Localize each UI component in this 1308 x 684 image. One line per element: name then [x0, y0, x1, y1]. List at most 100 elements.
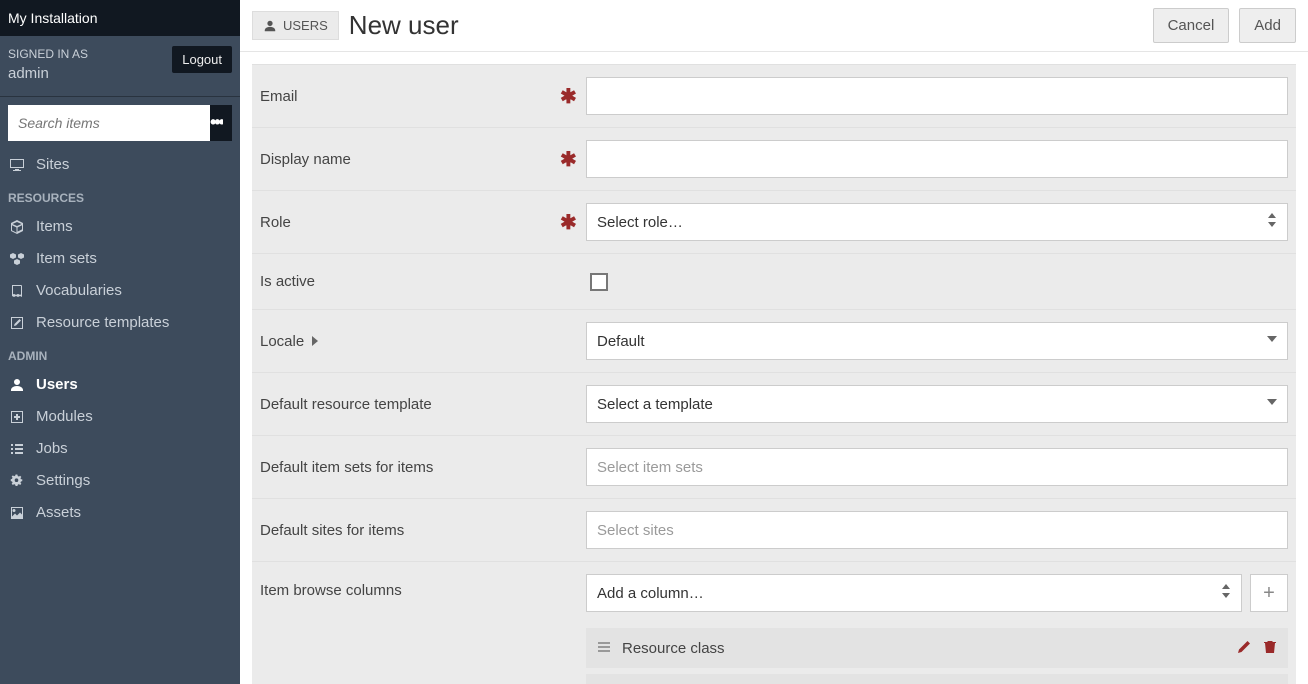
nav-item-sets[interactable]: Item sets [0, 243, 240, 275]
search-input[interactable] [8, 105, 210, 141]
section-resources-header: RESOURCES [0, 181, 240, 211]
cancel-button[interactable]: Cancel [1153, 8, 1230, 43]
required-asterisk: ✱ [560, 147, 576, 172]
label-browse-columns: Item browse columns [260, 574, 560, 599]
label-default-sites: Default sites for items [260, 522, 560, 539]
drag-handle-icon[interactable] [596, 639, 612, 658]
nav-label: Assets [36, 504, 81, 521]
search-button[interactable] [223, 105, 232, 141]
columns-list: Resource class Owner Created [586, 628, 1288, 684]
required-asterisk: ✱ [560, 210, 576, 235]
sort-caret-icon [1267, 213, 1277, 231]
nav-label: Item sets [36, 250, 97, 267]
nav-label: Users [36, 376, 78, 393]
logout-button[interactable]: Logout [172, 46, 232, 73]
role-select[interactable]: Select role… [586, 203, 1288, 241]
row-display-name: Display name ✱ [252, 127, 1296, 190]
auth-block: SIGNED IN AS admin Logout [0, 36, 240, 97]
nav-label: Modules [36, 408, 93, 425]
nav-settings[interactable]: Settings [0, 465, 240, 497]
caret-down-icon [1267, 332, 1277, 350]
plus-square-icon [8, 408, 26, 426]
nav-label: Vocabularies [36, 282, 122, 299]
default-sites-input[interactable] [586, 511, 1288, 549]
book-icon [8, 282, 26, 300]
is-active-checkbox[interactable] [590, 273, 608, 291]
required-asterisk: ✱ [560, 84, 576, 109]
nav-label: Resource templates [36, 314, 169, 331]
user-icon [263, 19, 277, 33]
row-browse-columns: Item browse columns ✱ Add a column… + [252, 561, 1296, 684]
page-header: USERS New user Cancel Add [240, 0, 1308, 52]
list-icon [8, 440, 26, 458]
search-more-button[interactable]: ••• [210, 105, 223, 141]
cube-icon [8, 218, 26, 236]
locale-value: Default [597, 333, 645, 350]
row-default-sites: Default sites for items ✱ [252, 498, 1296, 561]
column-chip: Owner [586, 674, 1288, 684]
row-default-template: Default resource template ✱ Select a tem… [252, 372, 1296, 435]
breadcrumb-label: USERS [283, 18, 328, 33]
form-area: Email ✱ Display name ✱ Role ✱ Select rol… [240, 52, 1308, 684]
nav-resource-templates[interactable]: Resource templates [0, 307, 240, 339]
locale-select[interactable]: Default [586, 322, 1288, 360]
nav-label: Jobs [36, 440, 68, 457]
page-title: New user [349, 10, 459, 41]
section-admin-header: ADMIN [0, 339, 240, 369]
auth-text: SIGNED IN AS admin [8, 46, 88, 84]
add-column-placeholder: Add a column… [597, 585, 704, 602]
signed-in-user[interactable]: admin [8, 63, 88, 84]
search-row: ••• [0, 97, 240, 149]
sidebar: My Installation SIGNED IN AS admin Logou… [0, 0, 240, 684]
row-is-active: Is active ✱ [252, 253, 1296, 309]
column-add-row: Add a column… + [586, 574, 1288, 612]
row-email: Email ✱ [252, 64, 1296, 127]
main: USERS New user Cancel Add Email ✱ Displa… [240, 0, 1308, 684]
edit-column-button[interactable] [1236, 639, 1252, 658]
nav-label: Settings [36, 472, 90, 489]
row-default-item-sets: Default item sets for items ✱ [252, 435, 1296, 498]
add-button[interactable]: Add [1239, 8, 1296, 43]
default-template-value: Select a template [597, 396, 713, 413]
nav-assets[interactable]: Assets [0, 497, 240, 529]
label-default-item-sets: Default item sets for items [260, 459, 560, 476]
signed-in-label: SIGNED IN AS [8, 46, 88, 63]
column-label: Resource class [622, 640, 1226, 657]
label-locale: Locale [260, 333, 560, 350]
label-email: Email [260, 88, 560, 105]
add-column-select[interactable]: Add a column… [586, 574, 1242, 612]
user-icon [8, 376, 26, 394]
nav-modules[interactable]: Modules [0, 401, 240, 433]
nav-items[interactable]: Items [0, 211, 240, 243]
add-column-button[interactable]: + [1250, 574, 1288, 612]
nav-sites[interactable]: Sites [0, 149, 240, 181]
cubes-icon [8, 250, 26, 268]
column-chip: Resource class [586, 628, 1288, 668]
nav-vocabularies[interactable]: Vocabularies [0, 275, 240, 307]
nav-jobs[interactable]: Jobs [0, 433, 240, 465]
caret-right-icon[interactable] [310, 333, 320, 350]
image-icon [8, 504, 26, 522]
nav-label: Items [36, 218, 73, 235]
nav-label: Sites [36, 156, 69, 173]
plus-icon: + [1263, 582, 1275, 605]
gears-icon [8, 472, 26, 490]
role-select-value: Select role… [597, 214, 683, 231]
nav-users[interactable]: Users [0, 369, 240, 401]
delete-column-button[interactable] [1262, 639, 1278, 658]
label-is-active: Is active [260, 273, 560, 290]
row-role: Role ✱ Select role… [252, 190, 1296, 253]
label-display-name: Display name [260, 151, 560, 168]
app-title[interactable]: My Installation [0, 0, 240, 36]
caret-down-icon [1267, 395, 1277, 413]
display-name-input[interactable] [586, 140, 1288, 178]
default-item-sets-input[interactable] [586, 448, 1288, 486]
breadcrumb[interactable]: USERS [252, 11, 339, 40]
sort-caret-icon [1221, 584, 1231, 602]
ellipsis-icon: ••• [210, 112, 223, 133]
pencil-square-icon [8, 314, 26, 332]
email-input[interactable] [586, 77, 1288, 115]
row-locale: Locale ✱ Default [252, 309, 1296, 372]
label-default-template: Default resource template [260, 396, 560, 413]
default-template-select[interactable]: Select a template [586, 385, 1288, 423]
